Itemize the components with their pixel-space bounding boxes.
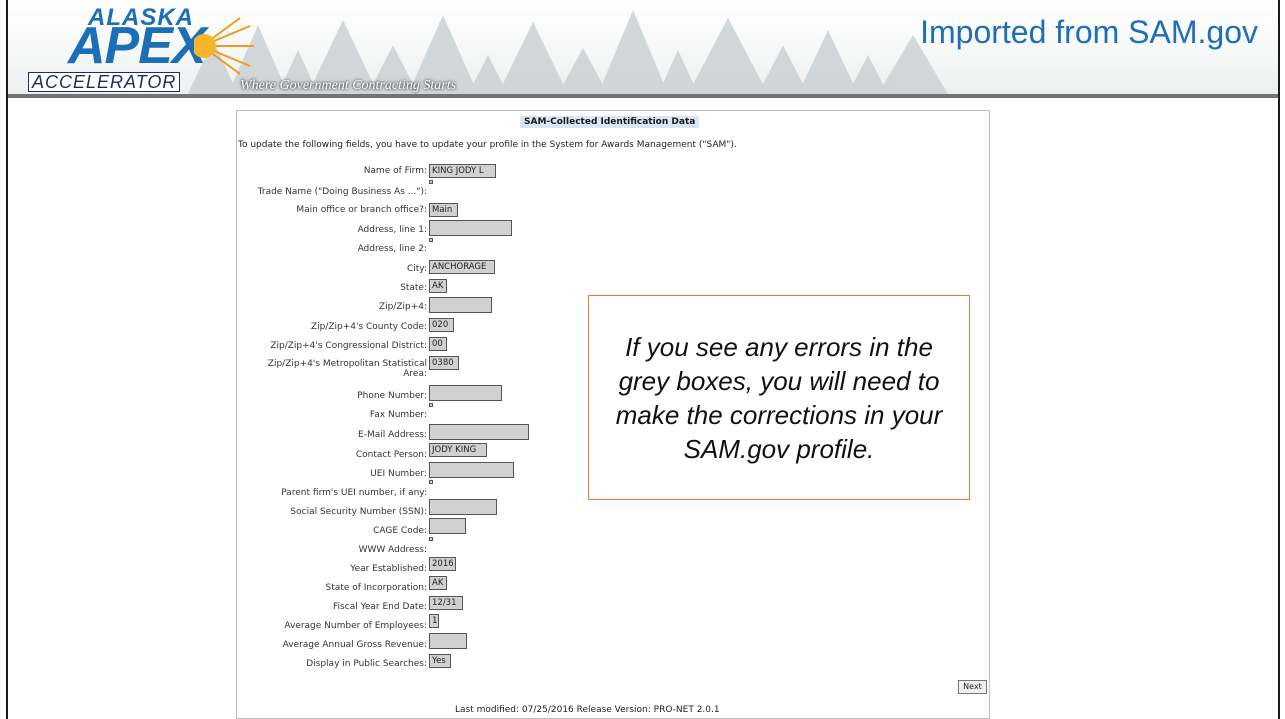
value-address-line-2 — [429, 238, 433, 242]
value-address-line-1 — [429, 220, 512, 236]
label-zip: Zip/Zip+4: — [378, 302, 427, 312]
value-state: AK — [429, 279, 447, 293]
intro-text: To update the following fields, you have… — [238, 140, 737, 150]
value-msa: 0380 — [429, 356, 459, 370]
label-parent-uei: Parent firm's UEI number, if any: — [281, 488, 427, 498]
section-title: SAM-Collected Identification Data — [520, 116, 700, 128]
page-title: Imported from SAM.gov — [920, 14, 1258, 50]
label-fax-number: Fax Number: — [369, 410, 427, 420]
value-name-of-firm: KING JODY L — [429, 164, 496, 178]
label-cage-code: CAGE Code: — [373, 526, 427, 536]
label-name-of-firm: Name of Firm: — [363, 166, 427, 176]
label-congressional-district: Zip/Zip+4's Congressional District: — [270, 341, 427, 351]
value-congressional-district: 00 — [429, 337, 447, 351]
callout-text: If you see any errors in the grey boxes,… — [615, 331, 943, 464]
label-state-of-incorporation: State of Incorporation: — [325, 583, 427, 593]
label-state: State: — [400, 283, 427, 293]
label-address-line-2: Address, line 2: — [357, 244, 427, 254]
label-year-established: Year Established: — [350, 564, 427, 574]
label-avg-employees: Average Number of Employees: — [284, 621, 427, 631]
error-callout: If you see any errors in the grey boxes,… — [588, 295, 970, 500]
logo-apex: APEX — [68, 17, 207, 75]
value-state-of-incorporation: AK — [429, 576, 447, 590]
label-fiscal-year-end: Fiscal Year End Date: — [333, 602, 427, 612]
value-main-office: Main — [429, 203, 458, 217]
label-city: City: — [406, 264, 427, 274]
label-address-line-1: Address, line 1: — [357, 225, 427, 235]
header-banner: ALASKA APEX ACCELERATOR Where Government… — [8, 0, 1278, 94]
value-phone-number — [429, 385, 502, 401]
label-county-code: Zip/Zip+4's County Code: — [310, 322, 427, 332]
label-email: E-Mail Address: — [358, 430, 427, 440]
value-trade-name — [429, 180, 433, 184]
alaska-apex-logo: ALASKA APEX ACCELERATOR — [26, 4, 266, 92]
footer-text: Last modified: 07/25/2016 Release Versio… — [455, 705, 720, 715]
value-public-searches: Yes — [429, 654, 451, 668]
sun-icon — [194, 17, 254, 75]
label-public-searches: Display in Public Searches: — [306, 659, 427, 669]
value-avg-revenue — [429, 633, 467, 649]
tagline: Where Government Contracting Starts — [240, 78, 457, 93]
label-contact-person: Contact Person: — [355, 450, 427, 460]
value-zip — [429, 297, 492, 313]
logo-accelerator: ACCELERATOR — [28, 72, 181, 92]
label-msa-line2: Area: — [403, 369, 427, 379]
value-year-established: 2016 — [429, 557, 456, 571]
value-fax-number — [429, 403, 433, 407]
next-button[interactable]: Next — [958, 680, 987, 694]
value-contact-person: JODY KING — [429, 443, 487, 457]
value-uei-number — [429, 462, 514, 478]
label-phone-number: Phone Number: — [357, 391, 427, 401]
value-email — [429, 424, 529, 440]
label-ssn: Social Security Number (SSN): — [290, 507, 427, 517]
value-fiscal-year-end: 12/31 — [429, 596, 463, 610]
label-www-address: WWW Address: — [358, 545, 427, 555]
label-uei-number: UEI Number: — [370, 469, 427, 479]
value-parent-uei — [429, 480, 433, 484]
value-cage-code — [429, 518, 466, 534]
value-county-code: 020 — [429, 318, 454, 332]
value-avg-employees: 1 — [429, 614, 439, 628]
value-city: ANCHORAGE — [429, 260, 495, 274]
header-divider — [8, 94, 1278, 98]
value-ssn — [429, 499, 497, 515]
label-main-office: Main office or branch office?: — [296, 205, 427, 215]
label-avg-revenue: Average Annual Gross Revenue: — [282, 640, 427, 650]
label-trade-name: Trade Name ("Doing Business As ..."): — [257, 187, 427, 197]
value-www-address — [429, 537, 433, 541]
